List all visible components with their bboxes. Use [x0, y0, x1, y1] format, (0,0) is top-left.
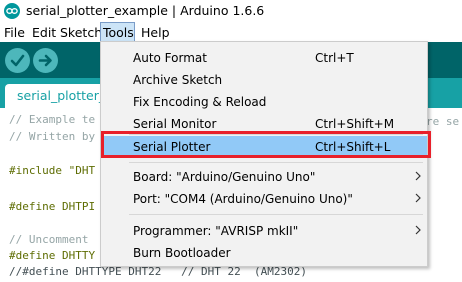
menu-file[interactable]: File	[4, 25, 25, 40]
menu-item-port[interactable]: Port: "COM4 (Arduino/Genuino Uno)"	[101, 188, 427, 210]
code-line: #define DHTPI	[9, 200, 96, 213]
upload-button[interactable]	[33, 48, 58, 73]
menu-item-board[interactable]: Board: "Arduino/Genuino Uno"	[101, 166, 427, 188]
code-line: #define DHTTY	[9, 249, 96, 262]
menu-item-label: Burn Bootloader	[133, 246, 231, 260]
title-bar: serial_plotter_example | Arduino 1.6.6	[0, 0, 462, 22]
menu-item-label: Board: "Arduino/Genuino Uno"	[133, 170, 316, 184]
menu-separator	[129, 214, 423, 215]
menu-bar: File Edit Sketch Help	[0, 22, 462, 42]
submenu-arrow-icon	[415, 171, 421, 181]
submenu-arrow-icon	[415, 193, 421, 203]
menu-item-label: Programmer: "AVRISP mkII"	[133, 224, 299, 238]
tab-label: serial_plotter_	[17, 88, 105, 103]
menu-item-label: Archive Sketch	[133, 73, 223, 87]
code-line: // Written by	[9, 130, 96, 143]
menu-edit[interactable]: Edit	[32, 25, 56, 40]
code-line: // Example te	[9, 113, 96, 126]
menu-tools[interactable]: Tools	[100, 22, 135, 42]
menu-item-fix-encoding[interactable]: Fix Encoding & Reload	[101, 91, 427, 113]
tab-sketch[interactable]: serial_plotter_	[5, 84, 105, 108]
verify-button[interactable]	[5, 48, 30, 73]
upload-icon	[38, 54, 52, 67]
code-line: #include "DHT	[9, 164, 96, 177]
menu-item-programmer[interactable]: Programmer: "AVRISP mkII"	[101, 220, 427, 242]
menu-help[interactable]: Help	[141, 25, 170, 40]
menu-item-label: Auto Format	[133, 51, 207, 65]
menu-item-auto-format[interactable]: Auto Format Ctrl+T	[101, 47, 427, 69]
window-title: serial_plotter_example | Arduino 1.6.6	[26, 3, 265, 18]
annotation-highlight-box	[101, 131, 431, 158]
menu-item-shortcut: Ctrl+T	[315, 51, 354, 65]
menu-tools-label: Tools	[103, 25, 134, 40]
menu-item-label: Serial Monitor	[133, 117, 217, 131]
menu-item-shortcut: Ctrl+Shift+M	[315, 117, 395, 131]
menu-item-label: Fix Encoding & Reload	[133, 95, 267, 109]
menu-sketch[interactable]: Sketch	[60, 25, 102, 40]
menu-item-archive-sketch[interactable]: Archive Sketch	[101, 69, 427, 91]
verify-icon	[10, 54, 25, 67]
code-line: // Uncomment	[9, 233, 96, 246]
menu-item-label: Port: "COM4 (Arduino/Genuino Uno)"	[133, 192, 353, 206]
submenu-arrow-icon	[415, 225, 421, 235]
menu-separator	[129, 162, 423, 163]
code-overflow-text: re se	[426, 115, 460, 128]
menu-item-burn-bootloader[interactable]: Burn Bootloader	[101, 242, 427, 264]
arduino-logo-icon	[4, 3, 20, 19]
